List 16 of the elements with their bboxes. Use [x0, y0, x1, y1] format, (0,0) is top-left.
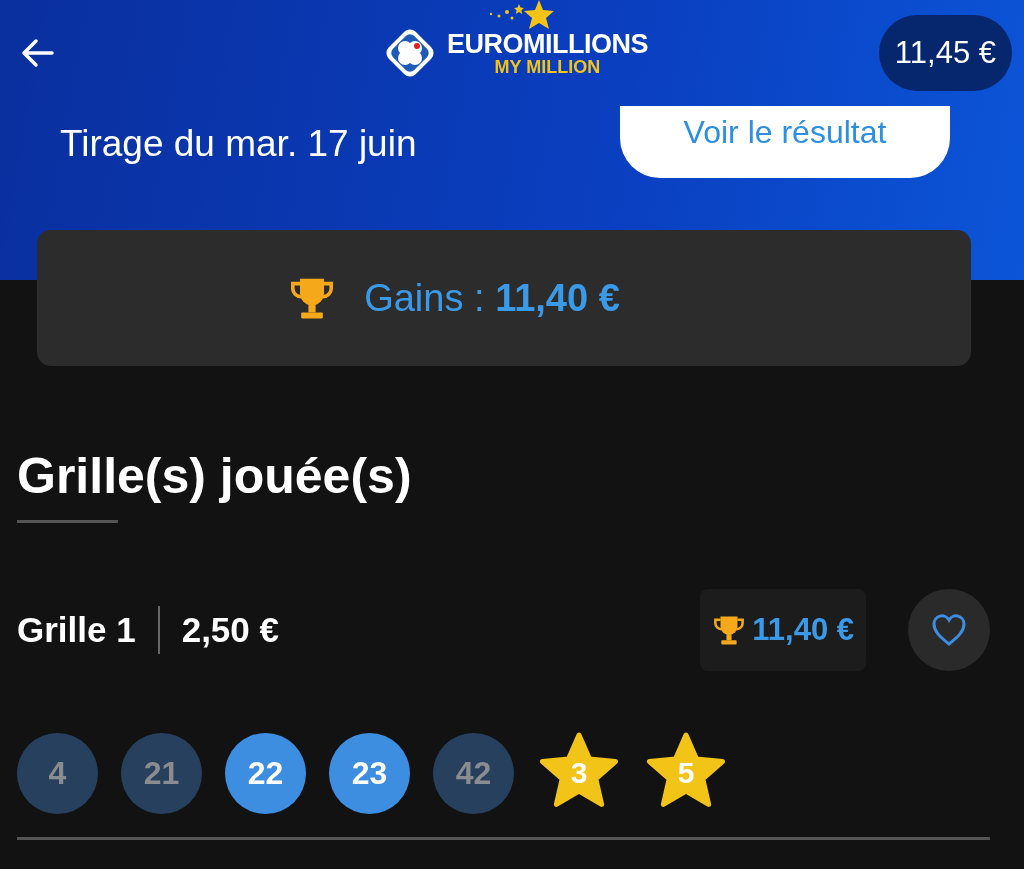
trophy-icon [712, 613, 747, 647]
number-ball: 23 [329, 732, 410, 814]
grid-price: 2,50 € [181, 610, 279, 650]
number-ball: 21 [121, 732, 202, 814]
winnings-total: Gains : 11,40 € [364, 276, 620, 320]
number-ball: 42 [433, 732, 514, 814]
logo-title: EUROMILLIONS [446, 30, 648, 58]
heart-icon [931, 613, 967, 647]
number-ball: 4 [17, 732, 98, 814]
logo-subtitle: MY MILLION [494, 57, 601, 76]
number-ball: 22 [225, 732, 306, 814]
section-title: Grille(s) jouée(s) [17, 447, 413, 506]
draw-date: Tirage du mar. 17 juin [60, 123, 417, 165]
balance-button[interactable]: 11,45 € [878, 15, 1012, 91]
grid-winnings: 11,40 € [700, 589, 866, 671]
grid-name: Grille 1 [17, 610, 136, 650]
